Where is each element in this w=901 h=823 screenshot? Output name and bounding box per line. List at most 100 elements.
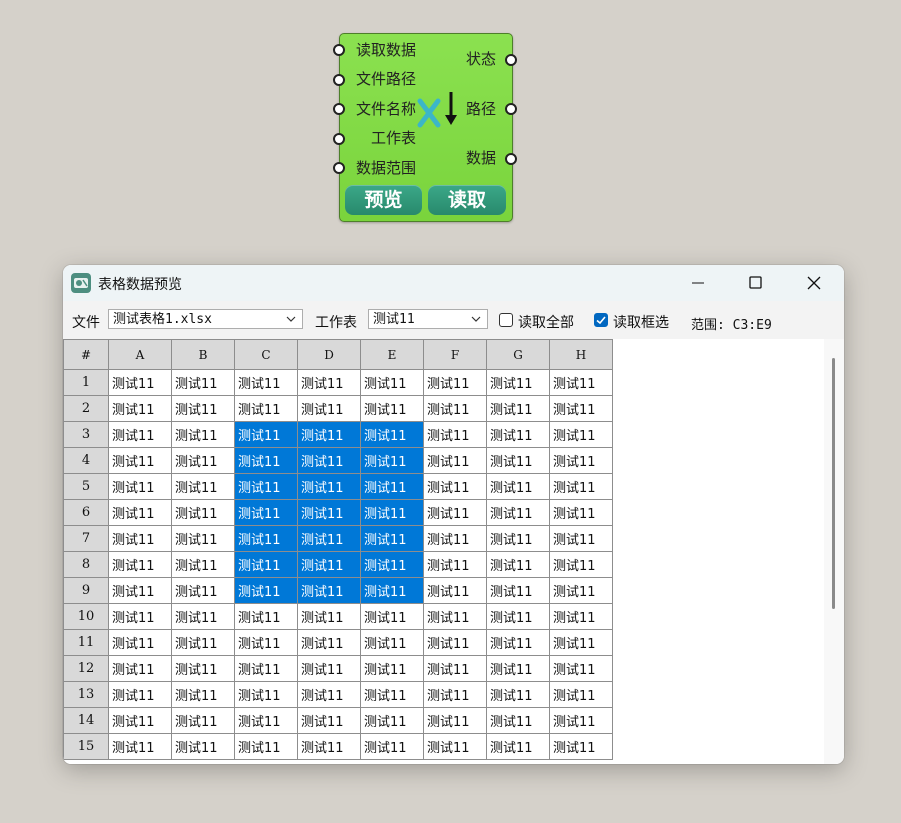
table-cell-selected[interactable]: 测试11: [297, 499, 361, 526]
table-cell[interactable]: 测试11: [549, 629, 613, 656]
row-header[interactable]: 3: [63, 421, 109, 448]
row-header[interactable]: 1: [63, 369, 109, 396]
table-cell[interactable]: 测试11: [171, 525, 235, 552]
read-all-checkbox[interactable]: [499, 313, 513, 327]
table-cell[interactable]: 测试11: [234, 681, 298, 708]
table-cell[interactable]: 测试11: [297, 395, 361, 422]
table-cell[interactable]: 测试11: [108, 629, 172, 656]
table-cell[interactable]: 测试11: [423, 681, 487, 708]
table-cell-selected[interactable]: 测试11: [360, 447, 424, 474]
data-grid[interactable]: # A B C D E F G H 1 测试11 测试11 测试11 测试11 测试11 测试11 测试11 测…: [63, 339, 824, 764]
table-cell[interactable]: 测试11: [171, 395, 235, 422]
table-cell-selected[interactable]: 测试11: [297, 473, 361, 500]
table-cell[interactable]: 测试11: [108, 707, 172, 734]
row-header[interactable]: 13: [63, 681, 109, 708]
table-cell[interactable]: 测试11: [360, 629, 424, 656]
table-cell[interactable]: 测试11: [171, 421, 235, 448]
table-cell[interactable]: 测试11: [108, 395, 172, 422]
table-cell[interactable]: 测试11: [549, 525, 613, 552]
table-cell[interactable]: 测试11: [360, 707, 424, 734]
table-cell[interactable]: 测试11: [486, 655, 550, 682]
table-cell-selected[interactable]: 测试11: [297, 525, 361, 552]
table-cell-selected[interactable]: 测试11: [234, 525, 298, 552]
table-cell[interactable]: 测试11: [108, 473, 172, 500]
table-cell-selected[interactable]: 测试11: [360, 525, 424, 552]
table-cell[interactable]: 测试11: [423, 707, 487, 734]
table-cell[interactable]: 测试11: [108, 733, 172, 760]
input-port[interactable]: [333, 103, 345, 115]
table-cell[interactable]: 测试11: [549, 473, 613, 500]
column-header-g[interactable]: G: [486, 339, 550, 370]
table-row[interactable]: 5 测试11 测试11 测试11 测试11 测试11 测试11 测试11 测试11: [63, 473, 613, 500]
column-header-d[interactable]: D: [297, 339, 361, 370]
vertical-scrollbar[interactable]: [824, 339, 844, 764]
table-cell-selected[interactable]: 测试11: [234, 473, 298, 500]
table-row[interactable]: 11 测试11 测试11 测试11 测试11 测试11 测试11 测试11 测试11: [63, 629, 613, 656]
table-cell[interactable]: 测试11: [108, 603, 172, 630]
table-cell[interactable]: 测试11: [423, 447, 487, 474]
output-port[interactable]: [505, 153, 517, 165]
table-cell[interactable]: 测试11: [234, 369, 298, 396]
table-cell[interactable]: 测试11: [360, 655, 424, 682]
table-cell-selected[interactable]: 测试11: [234, 421, 298, 448]
table-cell[interactable]: 测试11: [486, 577, 550, 604]
table-cell[interactable]: 测试11: [171, 369, 235, 396]
table-cell[interactable]: 测试11: [108, 551, 172, 578]
table-cell[interactable]: 测试11: [549, 447, 613, 474]
table-cell[interactable]: 测试11: [549, 603, 613, 630]
table-row[interactable]: 1 测试11 测试11 测试11 测试11 测试11 测试11 测试11 测试11: [63, 369, 613, 396]
table-cell[interactable]: 测试11: [297, 603, 361, 630]
table-row[interactable]: 13 测试11 测试11 测试11 测试11 测试11 测试11 测试11 测试11: [63, 681, 613, 708]
table-cell[interactable]: 测试11: [486, 369, 550, 396]
table-row[interactable]: 3 测试11 测试11 测试11 测试11 测试11 测试11 测试11 测试11: [63, 421, 613, 448]
table-cell-selected[interactable]: 测试11: [297, 421, 361, 448]
column-header-b[interactable]: B: [171, 339, 235, 370]
table-row[interactable]: 4 测试11 测试11 测试11 测试11 测试11 测试11 测试11 测试11: [63, 447, 613, 474]
row-header[interactable]: 10: [63, 603, 109, 630]
column-header-h[interactable]: H: [549, 339, 613, 370]
table-cell-selected[interactable]: 测试11: [234, 447, 298, 474]
table-cell[interactable]: 测试11: [108, 447, 172, 474]
row-header[interactable]: 12: [63, 655, 109, 682]
table-cell[interactable]: 测试11: [171, 473, 235, 500]
row-header[interactable]: 14: [63, 707, 109, 734]
table-cell[interactable]: 测试11: [171, 655, 235, 682]
column-header-c[interactable]: C: [234, 339, 298, 370]
table-cell[interactable]: 测试11: [171, 551, 235, 578]
table-cell[interactable]: 测试11: [234, 603, 298, 630]
table-cell-selected[interactable]: 测试11: [360, 473, 424, 500]
table-row[interactable]: 9 测试11 测试11 测试11 测试11 测试11 测试11 测试11 测试11: [63, 577, 613, 604]
read-button[interactable]: 读取: [428, 185, 506, 215]
table-cell[interactable]: 测试11: [486, 681, 550, 708]
table-cell[interactable]: 测试11: [171, 499, 235, 526]
table-cell[interactable]: 测试11: [171, 447, 235, 474]
table-cell-selected[interactable]: 测试11: [297, 447, 361, 474]
read-selection-label[interactable]: 读取框选: [613, 312, 669, 332]
table-cell[interactable]: 测试11: [360, 369, 424, 396]
table-cell[interactable]: 测试11: [486, 525, 550, 552]
preview-button[interactable]: 预览: [345, 185, 422, 215]
output-port[interactable]: [505, 54, 517, 66]
table-row[interactable]: 8 测试11 测试11 测试11 测试11 测试11 测试11 测试11 测试11: [63, 551, 613, 578]
table-cell[interactable]: 测试11: [486, 551, 550, 578]
table-cell[interactable]: 测试11: [108, 499, 172, 526]
table-cell[interactable]: 测试11: [234, 655, 298, 682]
row-header[interactable]: 7: [63, 525, 109, 552]
table-cell[interactable]: 测试11: [171, 707, 235, 734]
row-header[interactable]: 15: [63, 733, 109, 760]
table-row[interactable]: 6 测试11 测试11 测试11 测试11 测试11 测试11 测试11 测试11: [63, 499, 613, 526]
table-cell[interactable]: 测试11: [423, 629, 487, 656]
column-header-e[interactable]: E: [360, 339, 424, 370]
maximize-button[interactable]: [732, 265, 778, 301]
table-cell[interactable]: 测试11: [108, 681, 172, 708]
table-cell[interactable]: 测试11: [108, 421, 172, 448]
table-row[interactable]: 7 测试11 测试11 测试11 测试11 测试11 测试11 测试11 测试11: [63, 525, 613, 552]
input-port[interactable]: [333, 44, 345, 56]
table-cell[interactable]: 测试11: [423, 551, 487, 578]
table-cell-selected[interactable]: 测试11: [297, 577, 361, 604]
close-button[interactable]: [791, 265, 837, 301]
row-header[interactable]: 6: [63, 499, 109, 526]
table-cell[interactable]: 测试11: [486, 473, 550, 500]
table-row[interactable]: 15 测试11 测试11 测试11 测试11 测试11 测试11 测试11 测试11: [63, 733, 613, 760]
table-cell[interactable]: 测试11: [423, 499, 487, 526]
